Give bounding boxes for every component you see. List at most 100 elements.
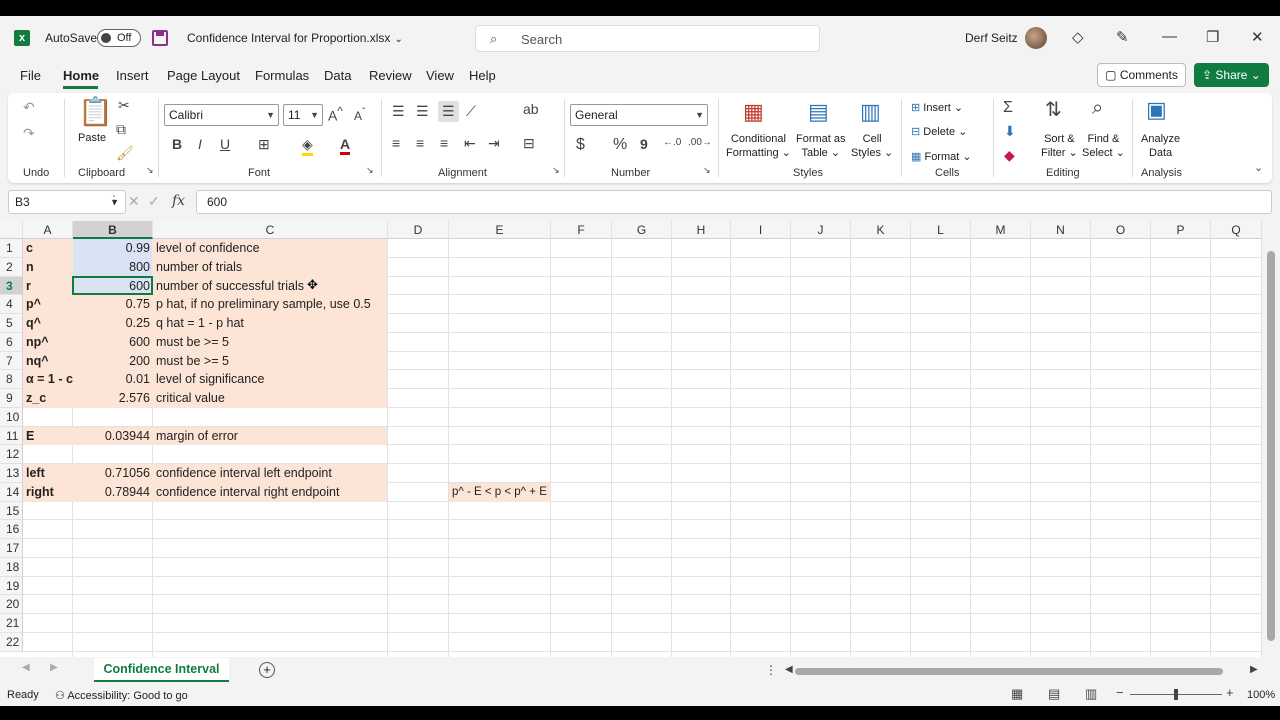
number-format-select[interactable]: General ▼	[570, 104, 708, 126]
cell-a4[interactable]: p^	[23, 295, 73, 314]
close-icon[interactable]: ✕	[1251, 28, 1264, 46]
find-select-icon[interactable]: ⌕	[1092, 97, 1103, 120]
cell-c1[interactable]: level of confidence	[153, 239, 388, 258]
column-header-o[interactable]: O	[1091, 221, 1151, 239]
cell-a9[interactable]: z_c	[23, 389, 73, 408]
dialog-launcher-icon[interactable]: ↘	[146, 165, 154, 176]
column-header-i[interactable]: I	[731, 221, 791, 239]
column-header-g[interactable]: G	[612, 221, 672, 239]
align-left-icon[interactable]: ≡	[392, 135, 400, 151]
scroll-thumb[interactable]	[1267, 251, 1275, 641]
bold-button[interactable]: B	[172, 136, 182, 152]
share-button[interactable]: ⇪ Share ⌄	[1194, 63, 1269, 87]
column-header-h[interactable]: H	[672, 221, 731, 239]
cell-a5[interactable]: q^	[23, 314, 73, 333]
redo-icon[interactable]: ↷	[23, 125, 35, 142]
cell-a2[interactable]: n	[23, 258, 73, 277]
cell-b6[interactable]: 600	[73, 333, 153, 352]
minimize-icon[interactable]: —	[1162, 28, 1177, 45]
format-cells-button[interactable]: ▦ Format ⌄	[911, 150, 972, 164]
column-header-l[interactable]: L	[911, 221, 971, 239]
column-header-j[interactable]: J	[791, 221, 851, 239]
page-break-view-icon[interactable]: ▥	[1085, 686, 1097, 702]
search-box[interactable]: ⌕ Search	[475, 25, 820, 52]
cell-a13[interactable]: left	[23, 464, 73, 483]
tab-page-layout[interactable]: Page Layout	[167, 68, 240, 83]
column-header-p[interactable]: P	[1151, 221, 1211, 239]
save-icon[interactable]	[152, 30, 168, 46]
cell-c2[interactable]: number of trials	[153, 258, 388, 277]
cell-b8[interactable]: 0.01	[73, 370, 153, 389]
tab-home[interactable]: Home	[63, 68, 99, 83]
tab-file[interactable]: File	[20, 68, 41, 83]
paste-label[interactable]: Paste	[78, 131, 106, 145]
row-header-12[interactable]: 12	[0, 445, 23, 464]
increase-decimal-icon[interactable]: ←.0	[663, 137, 681, 148]
row-header-16[interactable]: 16	[0, 520, 23, 539]
cell-c14[interactable]: confidence interval right endpoint	[153, 483, 388, 502]
avatar[interactable]	[1025, 27, 1047, 49]
italic-button[interactable]: I	[198, 136, 202, 152]
cell-b1[interactable]: 0.99	[73, 239, 153, 258]
grow-font-icon[interactable]: A^	[328, 105, 343, 124]
format-as-table-button[interactable]: Format as Table ⌄	[796, 132, 846, 160]
tab-review[interactable]: Review	[369, 68, 412, 83]
cell-a3[interactable]: r	[23, 277, 73, 296]
row-header-1[interactable]: 1	[0, 239, 23, 258]
cell-a1[interactable]: c	[23, 239, 73, 258]
scroll-left-icon[interactable]: ◀	[785, 664, 793, 675]
zoom-slider-knob[interactable]	[1174, 689, 1178, 700]
paste-icon[interactable]: 📋	[78, 95, 113, 128]
zoom-in-icon[interactable]: +	[1226, 685, 1234, 700]
row-header-14[interactable]: 14	[0, 482, 23, 502]
pen-icon[interactable]: ✎	[1116, 28, 1129, 46]
currency-button[interactable]: $	[576, 136, 585, 154]
row-header-5[interactable]: 5	[0, 314, 23, 333]
cell-b5[interactable]: 0.25	[73, 314, 153, 333]
cell-a7[interactable]: nq^	[23, 352, 73, 371]
cell-c5[interactable]: q hat = 1 - p hat	[153, 314, 388, 333]
column-header-m[interactable]: M	[971, 221, 1031, 239]
wrap-text-icon[interactable]: ab	[523, 101, 539, 117]
decrease-indent-icon[interactable]: ⇤	[464, 135, 476, 152]
row-header-18[interactable]: 18	[0, 557, 23, 577]
enter-icon[interactable]: ✓	[148, 193, 160, 210]
orientation-icon[interactable]: ⟋	[466, 103, 476, 120]
cell-a11[interactable]: E	[23, 427, 73, 446]
normal-view-icon[interactable]: ▦	[1011, 686, 1023, 702]
formula-input[interactable]: 600	[196, 190, 1272, 214]
copy-icon[interactable]: ⧉	[116, 121, 126, 138]
column-header-d[interactable]: D	[388, 221, 449, 239]
page-layout-view-icon[interactable]: ▤	[1048, 686, 1060, 702]
row-header-8[interactable]: 8	[0, 370, 23, 389]
cell-c13[interactable]: confidence interval left endpoint	[153, 464, 388, 483]
row-header-3[interactable]: 3	[0, 276, 23, 296]
row-header-21[interactable]: 21	[0, 614, 23, 633]
user-name[interactable]: Derf Seitz	[965, 31, 1018, 45]
cell-b2[interactable]: 800	[73, 258, 153, 277]
column-header-e[interactable]: E	[449, 221, 551, 239]
cell-c8[interactable]: level of significance	[153, 370, 388, 389]
row-header-4[interactable]: 4	[0, 295, 23, 314]
cell-a14[interactable]: right	[23, 483, 73, 502]
tab-help[interactable]: Help	[469, 68, 496, 83]
next-sheet-icon[interactable]: ▶	[50, 662, 58, 673]
row-header-2[interactable]: 2	[0, 257, 23, 277]
column-header-b[interactable]: B	[73, 221, 153, 239]
dialog-launcher-icon[interactable]: ↘	[552, 165, 560, 176]
cell-b14[interactable]: 0.78944	[73, 483, 153, 502]
underline-button[interactable]: U	[220, 136, 230, 152]
font-color-icon[interactable]: A	[340, 136, 351, 155]
comma-button[interactable]: 9	[640, 136, 648, 152]
insert-function-icon[interactable]: fx	[172, 193, 185, 209]
cell-c11[interactable]: margin of error	[153, 427, 388, 446]
column-header-q[interactable]: Q	[1211, 221, 1262, 239]
zoom-level[interactable]: 100%	[1247, 689, 1275, 701]
cell-c7[interactable]: must be >= 5	[153, 352, 388, 371]
undo-icon[interactable]: ↶	[23, 99, 35, 116]
cell-e14[interactable]: p^ - E < p < p^ + E	[449, 482, 550, 502]
percent-button[interactable]: %	[613, 136, 627, 154]
tab-formulas[interactable]: Formulas	[255, 68, 309, 83]
find-select-button[interactable]: Find & Select ⌄	[1082, 132, 1125, 160]
column-header-n[interactable]: N	[1031, 221, 1091, 239]
